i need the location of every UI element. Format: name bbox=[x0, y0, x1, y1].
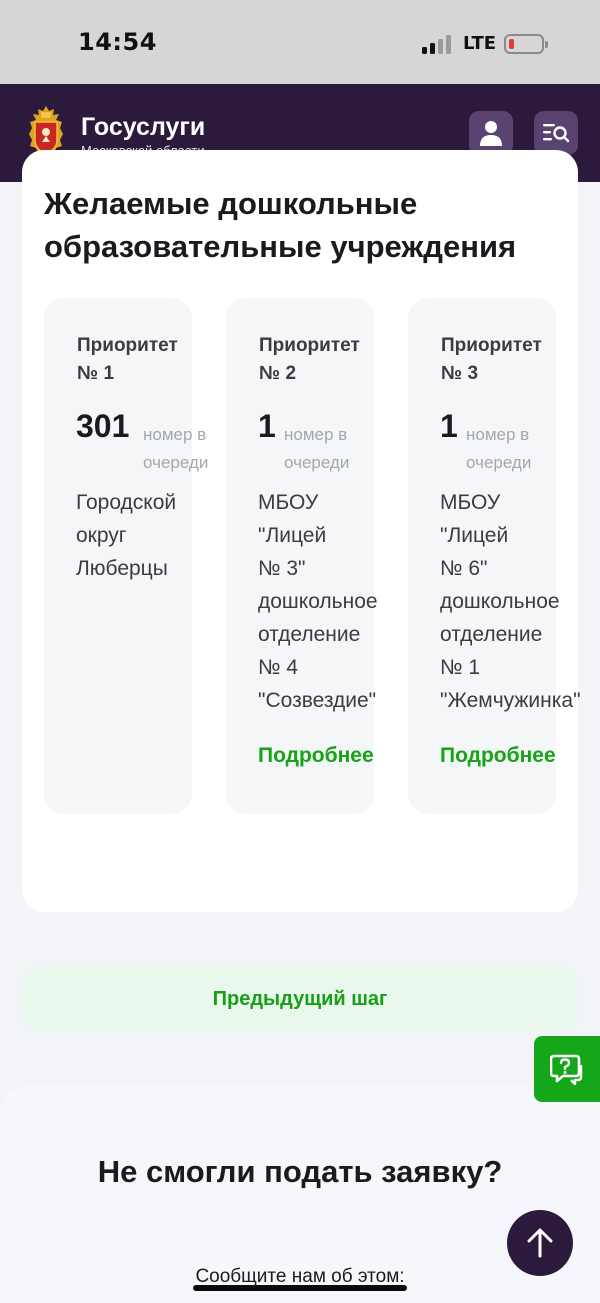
user-icon bbox=[480, 121, 502, 146]
priority-label: Приоритет № 2 bbox=[259, 335, 360, 384]
brand-title: Госуслуги bbox=[81, 113, 206, 141]
section-title: Желаемые дошкольные образовательные учре… bbox=[44, 186, 517, 264]
scroll-to-top-button[interactable] bbox=[507, 1210, 573, 1276]
priority-card-1: Приоритет № 1 301 номер в очереди Городс… bbox=[44, 298, 208, 814]
battery-level bbox=[509, 39, 514, 49]
battery-icon bbox=[504, 34, 548, 54]
institution-name: Городской округ Люберцы bbox=[76, 491, 177, 580]
network-type: LTE bbox=[463, 33, 497, 54]
queue-caption: номер в очереди bbox=[143, 425, 209, 472]
queue-caption: номер в очереди bbox=[466, 425, 532, 472]
queue-caption: номер в очереди bbox=[284, 425, 350, 472]
search-menu-icon bbox=[543, 124, 570, 143]
priority-card-3: Приоритет № 3 1 номер в очереди МБОУ "Ли… bbox=[408, 298, 581, 814]
status-bar: 14:54 LTE bbox=[0, 0, 600, 84]
chat-question-icon bbox=[550, 1054, 583, 1085]
queue-number: 301 bbox=[76, 408, 130, 444]
support-chat-button[interactable] bbox=[534, 1036, 600, 1102]
priority-label: Приоритет № 1 bbox=[77, 335, 178, 384]
feedback-title: Не смогли подать заявку? bbox=[97, 1154, 503, 1189]
priority-card-2: Приоритет № 2 1 номер в очереди МБОУ "Ли… bbox=[226, 298, 378, 814]
institution-name: МБОУ "Лицей № 6" дошкольное отделение № … bbox=[440, 491, 581, 712]
queue-number: 1 bbox=[440, 408, 458, 444]
home-indicator[interactable] bbox=[193, 1285, 407, 1291]
details-link[interactable]: Подробнее bbox=[258, 744, 374, 768]
arrow-up-icon bbox=[527, 1228, 553, 1258]
profile-button[interactable] bbox=[469, 111, 513, 155]
priority-label: Приоритет № 3 bbox=[441, 335, 542, 384]
search-menu-button[interactable] bbox=[534, 111, 578, 155]
signal-strength-icon bbox=[422, 34, 454, 54]
status-time: 14:54 bbox=[78, 28, 157, 56]
queue-number: 1 bbox=[258, 408, 276, 444]
details-link[interactable]: Подробнее bbox=[440, 744, 556, 768]
previous-step-button[interactable]: Предыдущий шаг bbox=[22, 966, 578, 1032]
institution-name: МБОУ "Лицей № 3" дошкольное отделение № … bbox=[258, 491, 378, 712]
